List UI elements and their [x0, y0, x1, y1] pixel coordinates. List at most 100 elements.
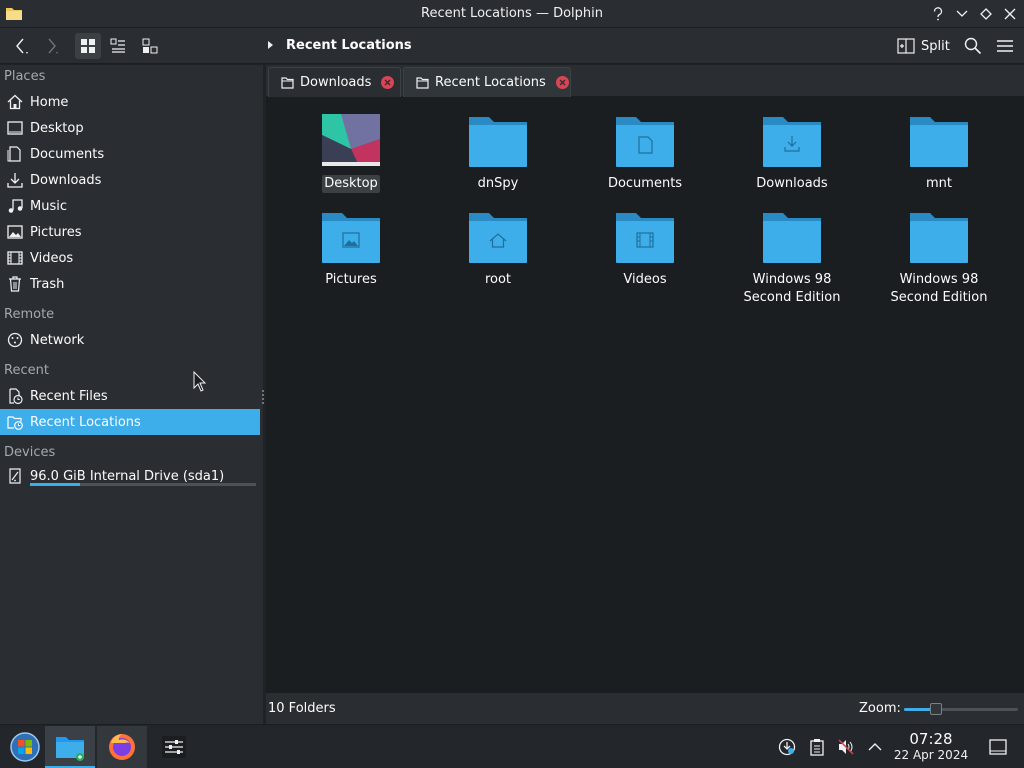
back-button[interactable]: [8, 33, 34, 59]
search-icon[interactable]: [960, 33, 986, 59]
sidebar-item-videos[interactable]: Videos: [0, 245, 260, 271]
documents-icon: [6, 145, 24, 163]
sidebar-item-label: Trash: [30, 276, 65, 292]
devices-section-title: Devices: [4, 445, 56, 460]
tab-bar: Downloads Recent Locations: [266, 65, 1024, 97]
sidebar-item-label: 96.0 GiB Internal Drive (sda1): [30, 468, 225, 484]
folder-item[interactable]: Documents: [580, 113, 710, 193]
sidebar-item-label: Network: [30, 332, 85, 348]
recent-section-title: Recent: [4, 363, 49, 378]
split-button[interactable]: Split: [893, 33, 954, 59]
folder-item[interactable]: mnt: [874, 113, 1004, 193]
close-icon[interactable]: [1000, 4, 1020, 24]
item-name: root: [484, 272, 512, 287]
trash-icon: [6, 275, 24, 293]
recent-files-icon: [6, 387, 24, 405]
details-view-button[interactable]: [137, 33, 163, 59]
folder-item[interactable]: Windows 98 Second Edition: [874, 209, 1004, 307]
item-name: Windows 98 Second Edition: [890, 272, 988, 305]
folder-tab-icon: [281, 76, 294, 89]
folder-icon: [910, 213, 968, 263]
tab-downloads[interactable]: Downloads: [268, 67, 401, 97]
drive-usage-fill: [30, 483, 80, 486]
status-bar: 10 Folders Zoom:: [266, 693, 1024, 724]
clock-time: 07:28: [909, 730, 953, 748]
taskbar-dolphin[interactable]: [45, 726, 95, 768]
item-name: Documents: [607, 176, 683, 191]
maximize-icon[interactable]: [976, 4, 996, 24]
folder-item[interactable]: Windows 98 Second Edition: [727, 209, 857, 307]
taskbar-firefox[interactable]: [97, 726, 147, 768]
sidebar-item-label: Videos: [30, 250, 74, 266]
icons-view-button[interactable]: [75, 33, 101, 59]
folder-item[interactable]: Pictures: [286, 209, 416, 289]
downloads-icon: [6, 171, 24, 189]
zoom-slider-handle[interactable]: [929, 703, 942, 715]
show-desktop-icon[interactable]: [988, 737, 1008, 757]
sidebar-item-label: Recent Files: [30, 388, 108, 404]
dolphin-window: Recent Locations — Dolphin Recent Locati…: [0, 0, 1024, 768]
split-label: Split: [921, 38, 950, 54]
network-status-icon[interactable]: [777, 737, 797, 757]
help-icon[interactable]: [928, 4, 948, 24]
breadcrumb[interactable]: Recent Locations: [286, 38, 412, 53]
item-name: Windows 98 Second Edition: [743, 272, 841, 305]
sidebar-item-home[interactable]: Home: [0, 89, 260, 115]
folder-home-icon: [469, 213, 527, 263]
compact-view-button[interactable]: [105, 33, 131, 59]
hamburger-menu-icon[interactable]: [992, 33, 1018, 59]
settings-icon: [162, 736, 186, 758]
breadcrumb-arrow-icon[interactable]: [266, 39, 274, 54]
toolbar: Recent Locations Split: [0, 28, 1024, 64]
folder-icon: [763, 213, 821, 263]
sidebar-item-network[interactable]: Network: [0, 327, 260, 353]
item-name: Videos: [623, 272, 667, 287]
music-icon: [6, 197, 24, 215]
folder-icon: [910, 117, 968, 167]
item-name: Desktop: [322, 175, 380, 193]
folder-item[interactable]: dnSpy: [433, 113, 563, 193]
title-bar: Recent Locations — Dolphin: [0, 0, 1024, 28]
sidebar-item-downloads[interactable]: Downloads: [0, 167, 260, 193]
close-tab-icon[interactable]: [555, 76, 569, 89]
clipboard-icon[interactable]: [807, 737, 827, 757]
minimize-icon[interactable]: [952, 4, 972, 24]
sidebar-item-music[interactable]: Music: [0, 193, 260, 219]
places-section-title: Places: [4, 69, 46, 84]
start-menu-button[interactable]: [0, 726, 50, 768]
clock[interactable]: 07:28 22 Apr 2024: [890, 731, 972, 763]
folder-item[interactable]: Desktop: [286, 113, 416, 193]
tray-expand-icon[interactable]: [865, 737, 885, 757]
dolphin-icon: [56, 737, 84, 761]
folder-item[interactable]: Downloads: [727, 113, 857, 193]
volume-muted-icon[interactable]: [836, 737, 856, 757]
sidebar-item-documents[interactable]: Documents: [0, 141, 260, 167]
sidebar-item-label: Pictures: [30, 224, 82, 240]
tab-recent-locations[interactable]: Recent Locations: [403, 67, 571, 97]
start-menu-icon: [10, 732, 40, 762]
sidebar-item-pictures[interactable]: Pictures: [0, 219, 260, 245]
item-name: dnSpy: [477, 176, 519, 191]
sidebar-item-desktop[interactable]: Desktop: [0, 115, 260, 141]
panel-splitter-handle[interactable]: [262, 388, 265, 406]
network-icon: [6, 331, 24, 349]
file-view[interactable]: Desktop dnSpy Documents Downloads mnt Pi…: [266, 97, 1024, 693]
sidebar-item-trash[interactable]: Trash: [0, 271, 260, 297]
sidebar-item-recent-files[interactable]: Recent Files: [0, 383, 260, 409]
folder-videos-icon: [616, 213, 674, 263]
tab-label: Recent Locations: [435, 75, 546, 90]
item-name: mnt: [926, 176, 952, 191]
taskbar-settings[interactable]: [149, 726, 199, 768]
mouse-cursor-icon: [193, 370, 207, 397]
close-tab-icon[interactable]: [381, 76, 395, 89]
drive-usage-bar: [30, 483, 256, 486]
folder-item[interactable]: root: [433, 209, 563, 289]
folder-item[interactable]: Videos: [580, 209, 710, 289]
sidebar-item-label: Desktop: [30, 120, 84, 136]
forward-button[interactable]: [38, 33, 64, 59]
folder-icon: [469, 117, 527, 167]
sidebar-item-recent-locations[interactable]: Recent Locations: [0, 409, 260, 435]
taskbar: 07:28 22 Apr 2024: [0, 724, 1024, 768]
zoom-slider[interactable]: [904, 703, 1018, 715]
clock-date: 22 Apr 2024: [893, 748, 969, 762]
